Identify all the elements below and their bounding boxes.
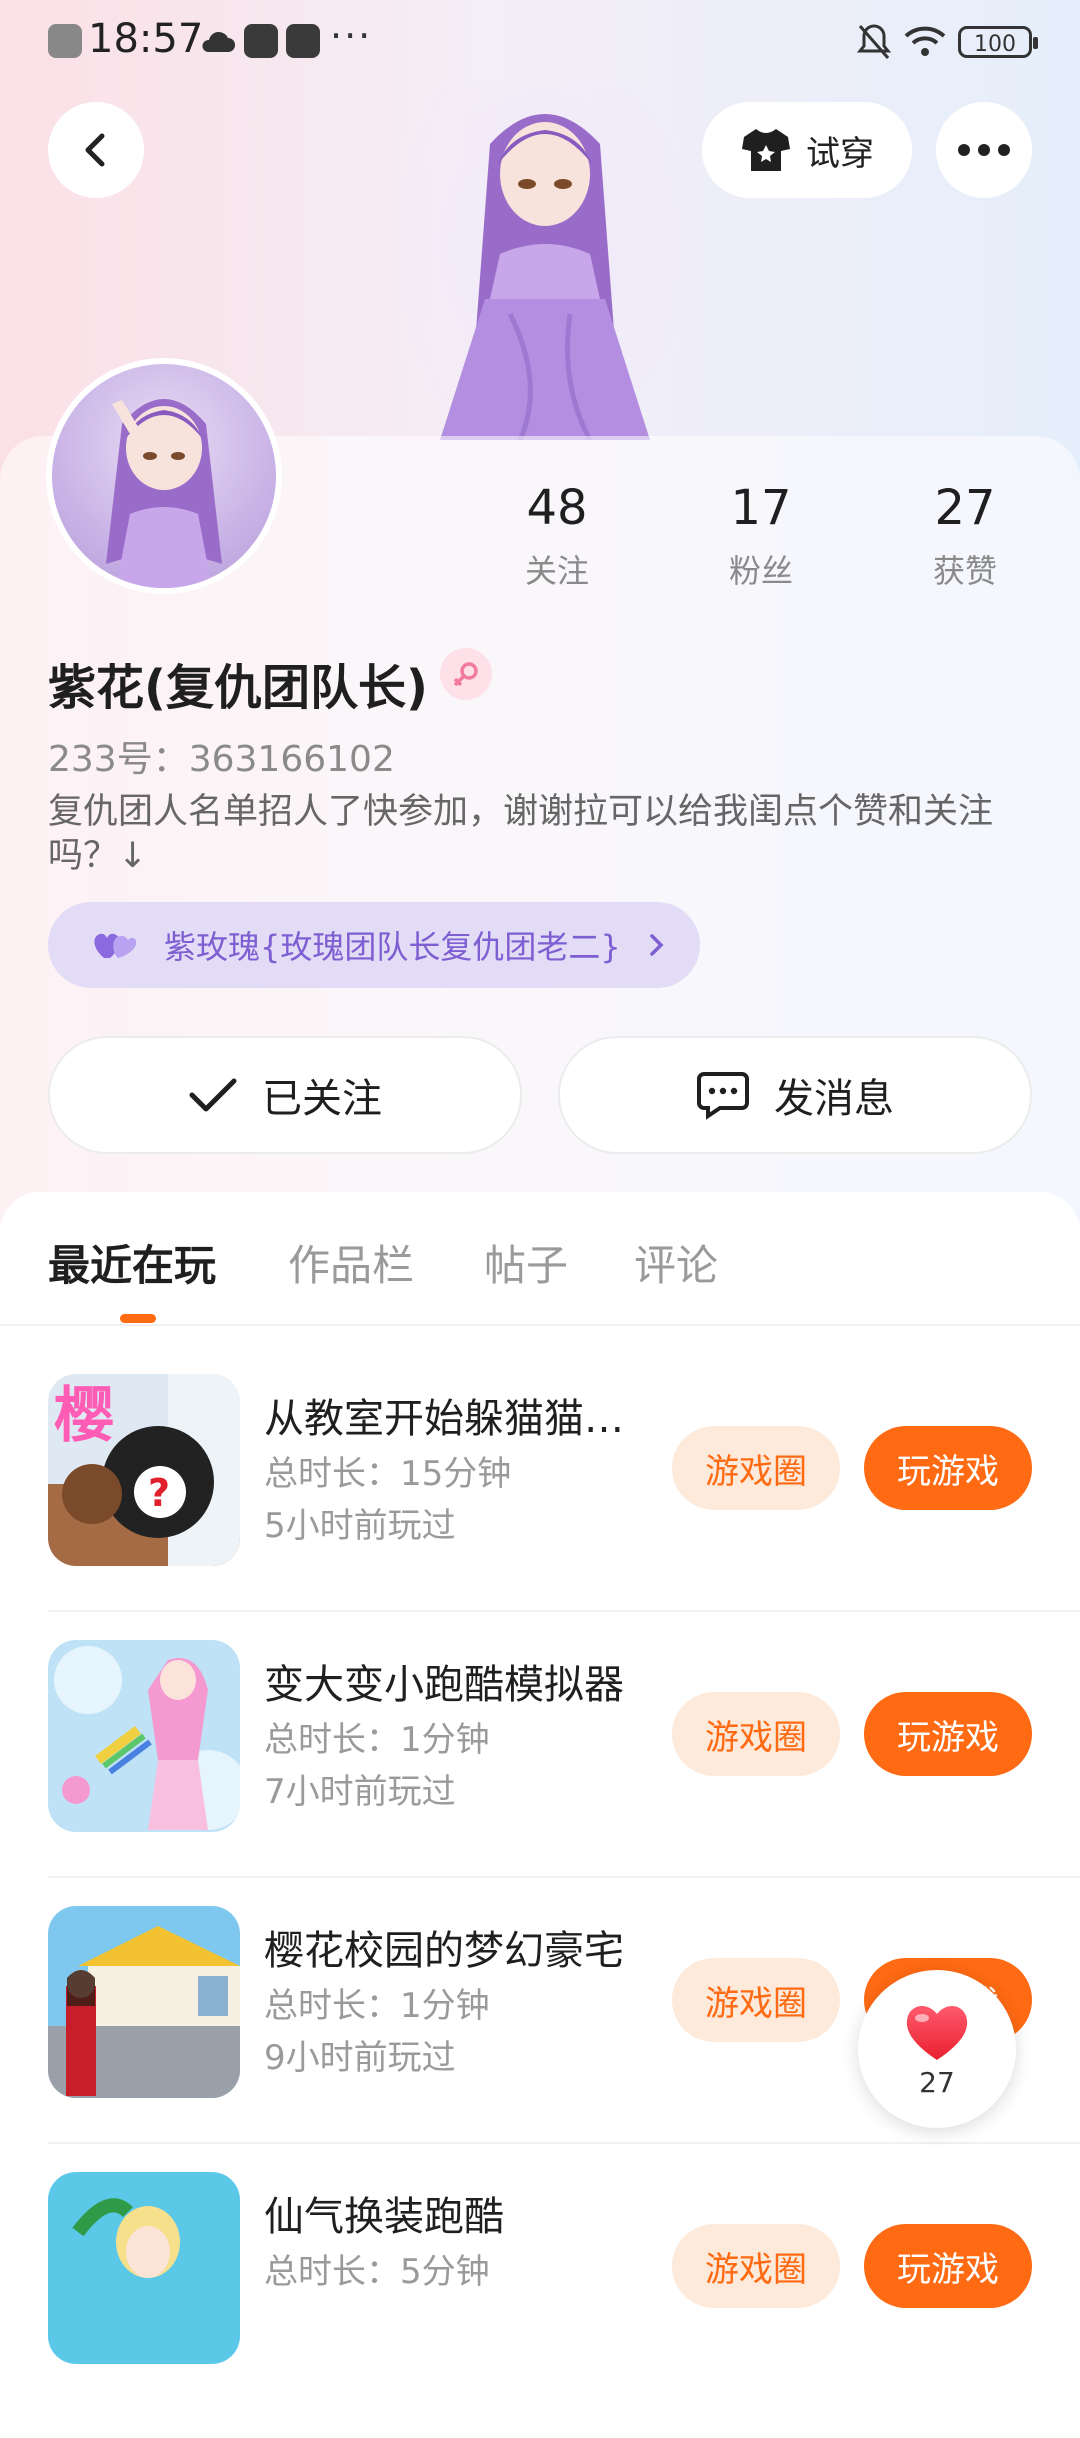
game-duration: 总时长：15分钟 <box>264 1454 512 1494</box>
back-arrow-icon <box>85 133 105 167</box>
more-status-icon: ··· <box>330 14 373 58</box>
more-button[interactable] <box>936 102 1032 198</box>
tab-recently-played[interactable]: 最近在玩 <box>48 1232 216 1293</box>
like-button[interactable]: 27 <box>858 1970 1016 2128</box>
stat-likes-label: 获赞 <box>932 552 997 590</box>
mute-icon <box>856 24 892 59</box>
row-divider <box>48 1610 1080 1612</box>
tab-posts[interactable]: 帖子 <box>484 1232 568 1293</box>
back-button[interactable] <box>48 102 144 198</box>
play-game-button[interactable]: 玩游戏 <box>864 1426 1032 1510</box>
tab-indicator <box>120 1314 156 1323</box>
game-last-played: 9小时前玩过 <box>264 2038 456 2078</box>
game-thumbnail[interactable]: 樱 ? <box>48 1374 240 1566</box>
game-last-played: 7小时前玩过 <box>264 1772 456 1812</box>
more-icon <box>958 144 1010 156</box>
thumbnail-text: 樱 <box>54 1381 114 1451</box>
tab-comments[interactable]: 评论 <box>634 1232 718 1293</box>
game-circle-button[interactable]: 游戏圈 <box>672 1958 840 2042</box>
list-item[interactable]: 变大变小跑酷模拟器 总时长：1分钟 7小时前玩过 游戏圈 玩游戏 <box>0 1640 1080 1906</box>
avatar[interactable] <box>46 358 282 594</box>
heart-icon <box>906 2005 968 2060</box>
game-duration: 总时长：1分钟 <box>264 1720 490 1760</box>
followed-label: 已关注 <box>262 1076 382 1122</box>
game-duration: 总时长：5分钟 <box>264 2252 490 2292</box>
stat-followers-count: 17 <box>730 480 792 536</box>
svg-text:?: ? <box>148 1471 170 1515</box>
battery-indicator: 100 <box>958 26 1038 58</box>
game-circle-button[interactable]: 游戏圈 <box>672 2224 840 2308</box>
user-id: 233号：363166102 <box>48 739 395 780</box>
status-bar: 18:57 ··· 100 <box>0 0 1080 84</box>
check-icon <box>189 1078 237 1112</box>
message-label: 发消息 <box>774 1076 894 1122</box>
game-thumbnail[interactable] <box>48 1640 240 1832</box>
game-title: 樱花校园的梦幻豪宅 <box>264 1928 624 1974</box>
try-on-button[interactable]: 试穿 <box>702 102 912 198</box>
game-duration: 总时长：1分钟 <box>264 1986 490 2026</box>
gender-badge <box>440 648 492 700</box>
list-item[interactable]: 仙气换装跑酷 总时长：5分钟 游戏圈 玩游戏 <box>0 2172 1080 2438</box>
profile-bio: 复仇团人名单招人了快参加，谢谢拉可以给我闺点个赞和关注吗？↓ <box>48 792 994 876</box>
stat-likes-count: 27 <box>934 480 996 536</box>
game-thumbnail[interactable] <box>48 1906 240 2098</box>
tab-divider <box>0 1324 1080 1326</box>
play-game-button[interactable]: 玩游戏 <box>864 2224 1032 2308</box>
stat-following[interactable]: 48 关注 <box>492 480 622 592</box>
relation-badge[interactable]: 紫玫瑰{玫瑰团队长复仇团老二} <box>48 902 700 988</box>
message-button[interactable]: 发消息 <box>558 1036 1032 1154</box>
list-item[interactable]: 樱 ? 从教室开始躲猫猫… 总时长：15分钟 5小时前玩过 游戏圈 玩游戏 <box>0 1374 1080 1640</box>
game-title: 变大变小跑酷模拟器 <box>264 1662 624 1708</box>
game-title: 从教室开始躲猫猫… <box>264 1396 624 1442</box>
stat-followers-label: 粉丝 <box>728 552 793 590</box>
play-game-button[interactable]: 玩游戏 <box>864 1692 1032 1776</box>
mail-icon <box>244 24 278 58</box>
stat-likes[interactable]: 27 获赞 <box>900 480 1030 592</box>
stat-followers[interactable]: 17 粉丝 <box>696 480 826 592</box>
stat-following-count: 48 <box>526 480 588 536</box>
stat-following-label: 关注 <box>524 552 589 590</box>
status-time: 18:57 <box>88 16 204 62</box>
notification-icon <box>48 24 82 58</box>
like-count: 27 <box>919 2065 955 2099</box>
row-divider <box>48 1876 1080 1878</box>
media-icon <box>286 24 320 58</box>
try-on-label: 试穿 <box>806 133 874 174</box>
profile-name: 紫花(复仇团队长) <box>48 660 428 716</box>
chat-icon <box>697 1072 749 1120</box>
game-title: 仙气换装跑酷 <box>264 2194 504 2240</box>
avatar-character-image <box>400 84 690 440</box>
heart-pair-icon <box>94 933 137 958</box>
game-last-played: 5小时前玩过 <box>264 1506 456 1546</box>
shirt-icon <box>742 129 790 171</box>
gender-female-icon <box>453 662 478 687</box>
row-divider <box>48 2142 1080 2144</box>
followed-button[interactable]: 已关注 <box>48 1036 522 1154</box>
wifi-icon <box>904 26 946 56</box>
relation-label: 紫玫瑰{玫瑰团队长复仇团老二} <box>164 928 621 966</box>
game-thumbnail[interactable] <box>48 2172 240 2364</box>
chevron-right-icon <box>649 934 664 956</box>
game-circle-button[interactable]: 游戏圈 <box>672 1692 840 1776</box>
cloud-icon <box>202 31 235 52</box>
game-circle-button[interactable]: 游戏圈 <box>672 1426 840 1510</box>
tab-works[interactable]: 作品栏 <box>288 1232 414 1293</box>
avatar-image <box>106 399 222 588</box>
